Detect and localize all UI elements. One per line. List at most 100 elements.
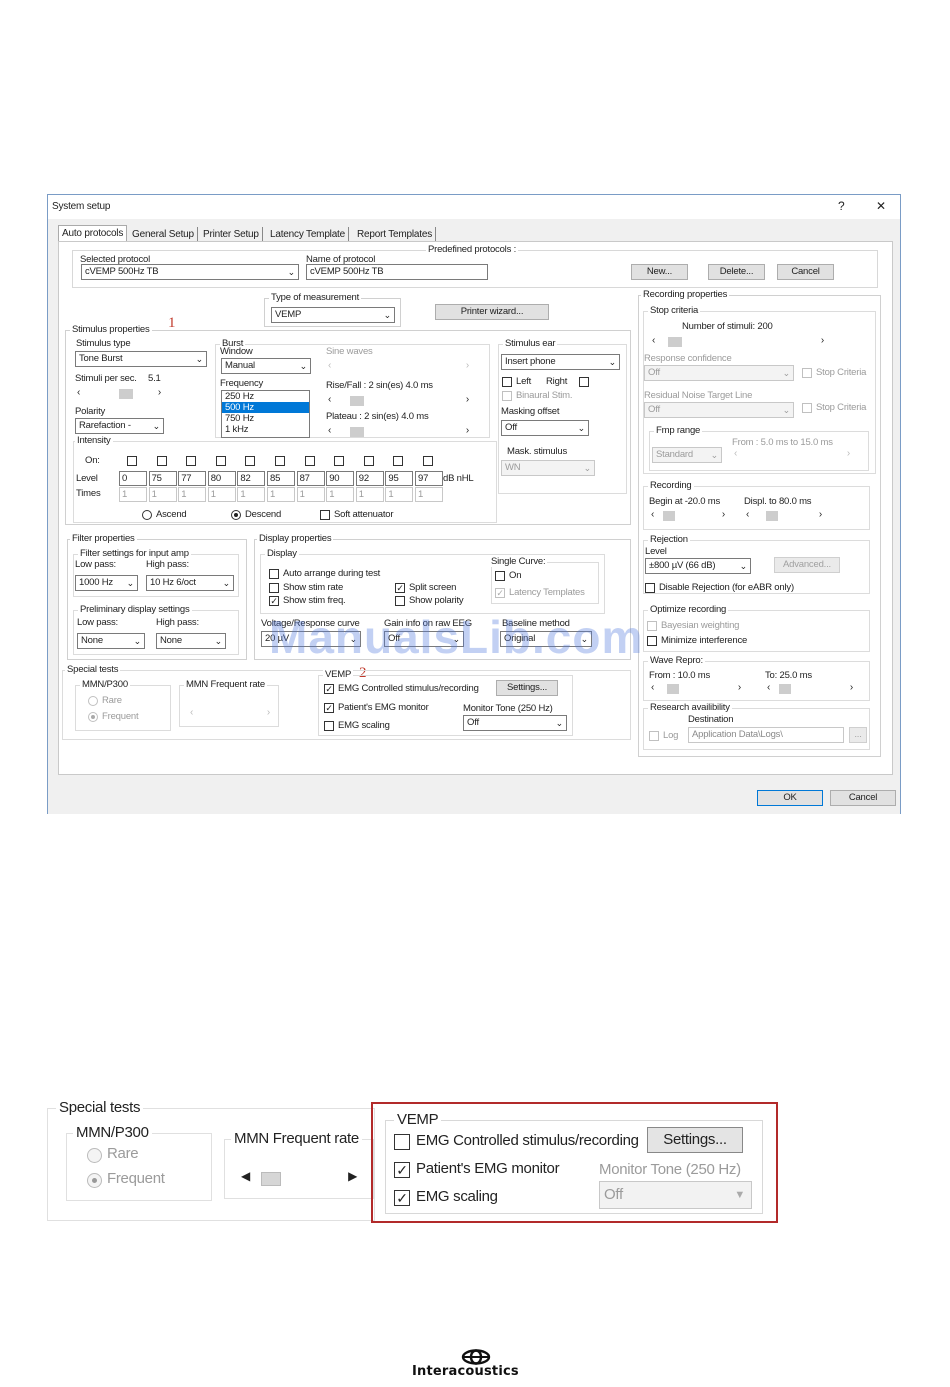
frequency-option-selected[interactable]: 500 Hz bbox=[222, 402, 309, 413]
help-icon[interactable]: ? bbox=[838, 199, 845, 213]
intensity-on-checkbox[interactable] bbox=[275, 456, 285, 466]
frequent-radio[interactable] bbox=[88, 712, 98, 722]
measurement-select[interactable]: VEMP ⌄ bbox=[271, 307, 395, 323]
minimize-interference-checkbox[interactable] bbox=[647, 636, 657, 646]
left-ear-checkbox[interactable] bbox=[502, 377, 512, 387]
tab-latency-template[interactable]: Latency Template bbox=[267, 227, 349, 242]
selected-protocol-select[interactable]: cVEMP 500Hz TB ⌄ bbox=[81, 264, 299, 280]
right-ear-checkbox[interactable] bbox=[579, 377, 589, 387]
displ-to-slider[interactable]: ‹ › bbox=[744, 509, 824, 522]
stimuli-per-sec-slider[interactable]: ‹ › bbox=[75, 387, 163, 400]
emg-scaling-checkbox[interactable] bbox=[324, 721, 334, 731]
intensity-level-cell[interactable]: 95 bbox=[385, 471, 414, 486]
intensity-times-cell[interactable]: 1 bbox=[148, 487, 177, 502]
monitor-tone-select[interactable]: Off ⌄ bbox=[463, 715, 567, 731]
ascend-radio[interactable] bbox=[142, 510, 152, 520]
mmn-frequent-rate-slider[interactable]: ‹ › bbox=[188, 707, 272, 720]
intensity-times-cell[interactable]: 1 bbox=[237, 487, 266, 502]
intensity-on-checkbox[interactable] bbox=[245, 456, 256, 466]
auto-arrange-checkbox[interactable] bbox=[269, 569, 279, 579]
intensity-on-checkbox[interactable] bbox=[304, 456, 315, 466]
stop-criteria-checkbox[interactable] bbox=[802, 368, 812, 378]
fmp-range-select[interactable]: Standard ⌄ bbox=[652, 447, 722, 463]
intensity-times-cell[interactable]: 1 bbox=[385, 487, 414, 502]
fmp-range-slider[interactable]: ‹ › bbox=[732, 448, 852, 461]
begin-at-slider[interactable]: ‹ › bbox=[649, 509, 727, 522]
intensity-on-checkbox[interactable] bbox=[363, 456, 374, 466]
frequency-option[interactable]: 1 kHz bbox=[222, 424, 309, 435]
rare-radio[interactable] bbox=[88, 696, 98, 706]
frequency-option[interactable]: 250 Hz bbox=[222, 391, 309, 402]
residual-noise-select[interactable]: Off ⌄ bbox=[644, 402, 794, 418]
polarity-select[interactable]: Rarefaction - ⌄ bbox=[75, 418, 164, 434]
emg-controlled-checkbox[interactable]: ✓ bbox=[324, 684, 334, 694]
intensity-on-checkbox[interactable] bbox=[393, 456, 404, 466]
low-pass-select[interactable]: 1000 Hz ⌄ bbox=[75, 575, 138, 591]
log-checkbox[interactable] bbox=[649, 731, 659, 741]
zoom-emg-controlled-checkbox[interactable] bbox=[394, 1134, 410, 1150]
frequency-list[interactable]: 250 Hz 500 Hz 750 Hz 1 kHz bbox=[221, 390, 310, 438]
intensity-on-checkbox[interactable] bbox=[156, 456, 167, 466]
zoom-frequent-radio[interactable] bbox=[87, 1173, 102, 1188]
latency-templates-checkbox[interactable]: ✓ bbox=[495, 588, 505, 598]
mask-stimulus-select[interactable]: WN ⌄ bbox=[501, 460, 595, 476]
delete-button[interactable]: Delete... bbox=[708, 264, 765, 280]
intensity-times-cell[interactable]: 1 bbox=[267, 487, 295, 502]
split-screen-checkbox[interactable]: ✓ bbox=[395, 583, 405, 593]
single-curve-on-checkbox[interactable] bbox=[495, 571, 505, 581]
intensity-on-checkbox[interactable] bbox=[423, 456, 433, 466]
response-confidence-select[interactable]: Off ⌄ bbox=[644, 365, 794, 381]
zoom-emg-scaling-checkbox[interactable]: ✓ bbox=[394, 1190, 410, 1206]
intensity-level-cell[interactable]: 97 bbox=[415, 471, 443, 486]
intensity-times-cell[interactable]: 1 bbox=[296, 487, 325, 502]
tab-report-templates[interactable]: Report Templates bbox=[354, 227, 436, 242]
intensity-level-cell[interactable]: 82 bbox=[237, 471, 266, 486]
browse-button[interactable]: ... bbox=[849, 727, 867, 743]
intensity-level-cell[interactable]: 92 bbox=[355, 471, 384, 486]
intensity-times-cell[interactable]: 1 bbox=[355, 487, 384, 502]
destination-input[interactable]: Application Data\Logs\ bbox=[688, 727, 844, 743]
vemp-settings-button[interactable]: Settings... bbox=[496, 680, 558, 696]
sine-waves-slider[interactable]: ‹ › bbox=[326, 360, 471, 373]
zoom-mmn-frequent-rate-slider[interactable]: ◀ ▶ bbox=[237, 1169, 361, 1186]
intensity-level-cell[interactable]: 75 bbox=[148, 471, 177, 486]
close-icon[interactable]: ✕ bbox=[876, 199, 886, 213]
pre-low-pass-select[interactable]: None ⌄ bbox=[77, 633, 145, 649]
tab-general-setup[interactable]: General Setup bbox=[129, 227, 198, 242]
wave-from-slider[interactable]: ‹ › bbox=[649, 682, 743, 695]
rejection-level-select[interactable]: ±800 µV (66 dB) ⌄ bbox=[645, 558, 751, 574]
high-pass-select[interactable]: 10 Hz 6/oct ⌄ bbox=[146, 575, 234, 591]
window-select[interactable]: Manual ⌄ bbox=[221, 358, 311, 374]
intensity-level-cell[interactable]: 85 bbox=[267, 471, 295, 486]
new-button[interactable]: New... bbox=[631, 264, 688, 280]
intensity-level-cell[interactable]: 90 bbox=[326, 471, 355, 486]
cancel-button[interactable]: Cancel bbox=[830, 790, 896, 806]
descend-radio[interactable] bbox=[231, 510, 241, 520]
protocol-name-input[interactable]: cVEMP 500Hz TB bbox=[306, 264, 488, 280]
zoom-emg-monitor-checkbox[interactable]: ✓ bbox=[394, 1162, 410, 1178]
frequency-option[interactable]: 750 Hz bbox=[222, 413, 309, 424]
disable-rejection-checkbox[interactable] bbox=[645, 583, 655, 593]
intensity-level-cell[interactable]: 80 bbox=[207, 471, 236, 486]
intensity-times-cell[interactable]: 1 bbox=[119, 487, 147, 502]
ok-button[interactable]: OK bbox=[757, 790, 823, 806]
printer-wizard-button[interactable]: Printer wizard... bbox=[435, 304, 549, 320]
cancel-protocol-button[interactable]: Cancel bbox=[777, 264, 834, 280]
plateau-slider[interactable]: ‹ › bbox=[326, 425, 471, 438]
intensity-times-cell[interactable]: 1 bbox=[415, 487, 443, 502]
intensity-times-cell[interactable]: 1 bbox=[207, 487, 236, 502]
show-stim-rate-checkbox[interactable] bbox=[269, 583, 279, 593]
bayesian-checkbox[interactable] bbox=[647, 621, 657, 631]
intensity-times-cell[interactable]: 1 bbox=[326, 487, 355, 502]
emg-monitor-checkbox[interactable]: ✓ bbox=[324, 703, 334, 713]
binaural-checkbox[interactable] bbox=[502, 391, 512, 401]
zoom-monitor-tone-select[interactable]: Off ▼ bbox=[599, 1181, 752, 1209]
residual-stop-checkbox[interactable] bbox=[802, 403, 812, 413]
num-stimuli-slider[interactable]: ‹ › bbox=[650, 335, 826, 348]
rise-fall-slider[interactable]: ‹ › bbox=[326, 394, 471, 407]
wave-to-slider[interactable]: ‹ › bbox=[765, 682, 855, 695]
zoom-settings-button[interactable]: Settings... bbox=[647, 1127, 743, 1153]
intensity-on-checkbox[interactable] bbox=[186, 456, 197, 466]
show-polarity-checkbox[interactable] bbox=[395, 596, 405, 606]
stimulus-type-select[interactable]: Tone Burst ⌄ bbox=[75, 351, 207, 367]
